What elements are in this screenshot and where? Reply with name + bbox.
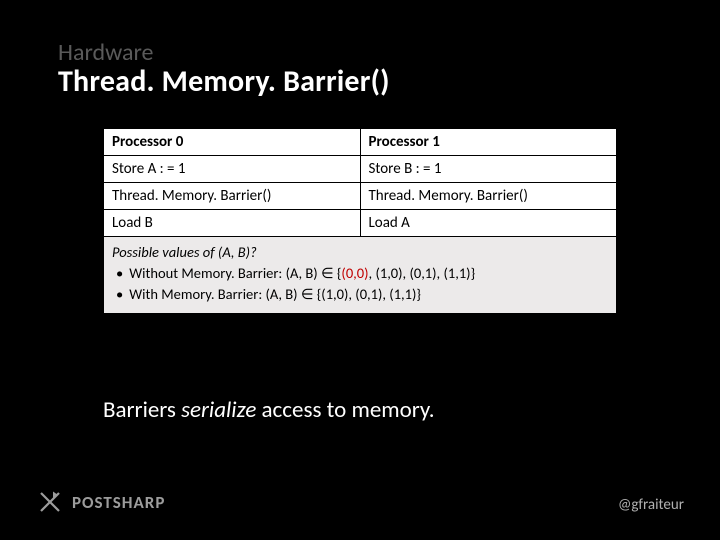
cell: Load A	[360, 210, 617, 237]
content-block: Processor 0 Processor 1 Store A : = 1 St…	[103, 128, 617, 314]
slide-title: Thread. Memory. Barrier()	[58, 63, 390, 100]
item-suffix: , (1,0), (0,1), (1,1)}	[369, 264, 476, 282]
cell: Thread. Memory. Barrier()	[104, 183, 361, 210]
bullet-icon: •	[116, 263, 126, 284]
cell: Store A : = 1	[104, 156, 361, 183]
bullet-icon: •	[116, 284, 126, 305]
tagline-em: serialize	[181, 396, 256, 424]
item-highlight: (0,0)	[341, 264, 368, 282]
postsharp-logo-text: POSTSHARP	[72, 492, 165, 513]
item-prefix: With Memory. Barrier: (A, B) ∈ {(1,0), (…	[129, 285, 421, 303]
cell: Store B : = 1	[360, 156, 617, 183]
table-row: Thread. Memory. Barrier() Thread. Memory…	[104, 183, 617, 210]
slide: Hardware Thread. Memory. Barrier() Proce…	[0, 0, 720, 540]
cell: Thread. Memory. Barrier()	[360, 183, 617, 210]
col-header-p1: Processor 1	[360, 129, 617, 156]
table-row: Store A : = 1 Store B : = 1	[104, 156, 617, 183]
list-item: • With Memory. Barrier: (A, B) ∈ {(1,0),…	[116, 284, 608, 305]
tagline-part: Barriers	[103, 396, 181, 424]
twitter-handle: @gfraiteur	[618, 496, 684, 514]
col-header-p0: Processor 0	[104, 129, 361, 156]
table-row: Load B Load A	[104, 210, 617, 237]
footer-logo: POSTSHARP	[38, 490, 165, 514]
table-header-row: Processor 0 Processor 1	[104, 129, 617, 156]
item-prefix: Without Memory. Barrier: (A, B) ∈ {	[129, 264, 341, 282]
postsharp-logo-icon	[38, 490, 62, 514]
tagline-part: access to memory.	[256, 396, 434, 424]
possible-question: Possible values of (A, B)?	[112, 243, 608, 261]
cell: Load B	[104, 210, 361, 237]
possible-values-box: Possible values of (A, B)? • Without Mem…	[103, 237, 617, 314]
list-item: • Without Memory. Barrier: (A, B) ∈ {(0,…	[116, 263, 608, 284]
processor-table: Processor 0 Processor 1 Store A : = 1 St…	[103, 128, 617, 237]
tagline: Barriers serialize access to memory.	[103, 396, 435, 424]
